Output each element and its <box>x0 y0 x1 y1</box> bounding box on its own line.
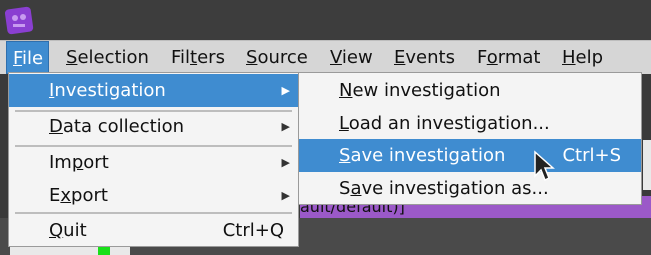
submenu-arrow-icon: ▶ <box>281 156 290 169</box>
menu-file[interactable]: File <box>6 41 49 74</box>
menu-selection[interactable]: Selection <box>66 41 149 74</box>
investigation-submenu: New investigation Load an investigation.… <box>298 72 642 205</box>
file-menu-item-quit[interactable]: Quit Ctrl+Q <box>9 214 298 247</box>
mouse-cursor-icon <box>534 150 555 182</box>
submenu-item-new-investigation[interactable]: New investigation <box>299 74 641 107</box>
file-menu-item-investigation[interactable]: Investigation ▶ <box>9 74 298 107</box>
file-menu: Investigation ▶ Data collection ▶ Import… <box>8 72 299 247</box>
app-logo-icon <box>4 6 34 35</box>
quit-shortcut: Ctrl+Q <box>222 220 284 241</box>
submenu-item-save-investigation[interactable]: Save investigation Ctrl+S <box>299 139 641 172</box>
file-menu-item-import[interactable]: Import ▶ <box>9 146 298 179</box>
file-menu-item-label: Investigation <box>49 80 166 101</box>
menu-file-label: ile <box>22 48 44 69</box>
menu-format[interactable]: Format <box>477 41 540 74</box>
menu-file-mnemonic: F <box>13 48 23 69</box>
submenu-arrow-icon: ▶ <box>281 84 290 97</box>
menu-filters[interactable]: Filters <box>171 41 225 74</box>
menu-events[interactable]: Events <box>394 41 455 74</box>
file-menu-item-export[interactable]: Export ▶ <box>9 179 298 212</box>
menu-bar: File Selection Filters Source View Event… <box>0 40 651 74</box>
menu-source[interactable]: Source <box>246 41 308 74</box>
file-menu-item-data-collection[interactable]: Data collection ▶ <box>9 110 298 143</box>
title-bar <box>0 0 651 40</box>
menu-help[interactable]: Help <box>562 41 603 74</box>
submenu-arrow-icon: ▶ <box>281 120 290 133</box>
save-shortcut: Ctrl+S <box>562 145 621 166</box>
right-edge-widget <box>643 140 651 190</box>
menu-view[interactable]: View <box>330 41 373 74</box>
submenu-item-save-investigation-as[interactable]: Save investigation as... <box>299 172 641 205</box>
submenu-arrow-icon: ▶ <box>281 189 290 202</box>
submenu-item-load-investigation[interactable]: Load an investigation... <box>299 107 641 140</box>
